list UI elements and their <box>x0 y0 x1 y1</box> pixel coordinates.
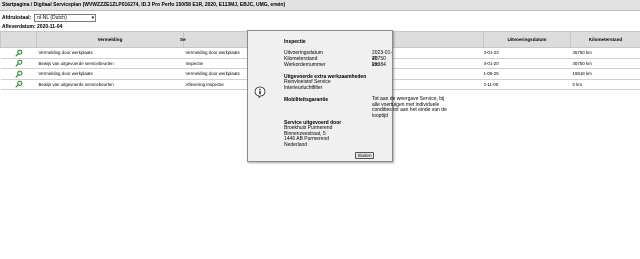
afleverdatum: Afleverdatum: 2020-11-04 <box>2 24 63 30</box>
field-label: Werkordernummer <box>284 62 326 68</box>
row-date: 0-11-05 <box>483 79 571 90</box>
magnifier-icon[interactable] <box>14 70 23 78</box>
language-selected-value: nl-NL (Dutch) <box>37 14 67 21</box>
warranty-text: Tot aan de weergave Service, bij alle vo… <box>372 96 447 119</box>
header-icon <box>0 31 37 48</box>
warranty-title: Mobiliteitsgarantie <box>284 97 329 103</box>
row-km: 45750 km <box>570 58 640 69</box>
row-vermelding: Bewijs van uitgevoerde servicebeurten <box>36 58 184 69</box>
header-uitvoeringsdatum[interactable]: Uitvoeringsdatum <box>483 31 571 48</box>
breadcrumb: Startpagina / Digitaal Serviceplan (WVWZ… <box>0 0 640 11</box>
row-date: 3-01-23 <box>483 47 571 59</box>
row-date: 1-09-25 <box>483 68 571 80</box>
header-service-label: Se <box>180 37 186 42</box>
header-vermelding[interactable]: Vermelding <box>36 31 184 48</box>
field-value: 29384 <box>372 62 386 68</box>
header-kilometerstand[interactable]: Kilometerstand <box>570 31 640 48</box>
extra-work-item: Interieurluchtfilter <box>284 84 323 91</box>
magnifier-icon[interactable] <box>14 49 23 57</box>
row-vermelding: Vermelding door werkplaats <box>36 68 184 80</box>
close-button[interactable]: Sluiten <box>355 152 374 159</box>
info-icon <box>254 86 266 98</box>
row-km: 16818 km <box>570 68 640 80</box>
row-km: 45750 km <box>570 47 640 59</box>
chevron-down-icon: ▾ <box>91 14 95 21</box>
language-label: Afdrukstaal: <box>2 14 32 21</box>
dialog-title: Inspectie <box>284 39 306 45</box>
row-km: 0 km <box>570 79 640 90</box>
language-select[interactable]: nl-NL (Dutch) ▾ <box>34 13 97 22</box>
row-date: 3-01-20 <box>483 58 571 69</box>
magnifier-icon[interactable] <box>14 80 23 88</box>
row-vermelding: Vermelding door werkplaats <box>36 47 184 59</box>
magnifier-icon[interactable] <box>14 59 23 67</box>
dealer-line: Nederland <box>284 141 308 148</box>
row-vermelding: Bewijs van uitgevoerde servicebeurten <box>36 79 184 90</box>
inspection-dialog: Inspectie Uitvoeringsdatum 2023-01-20 Ki… <box>247 30 447 162</box>
language-row: Afdrukstaal: nl-NL (Dutch) ▾ <box>2 13 97 22</box>
